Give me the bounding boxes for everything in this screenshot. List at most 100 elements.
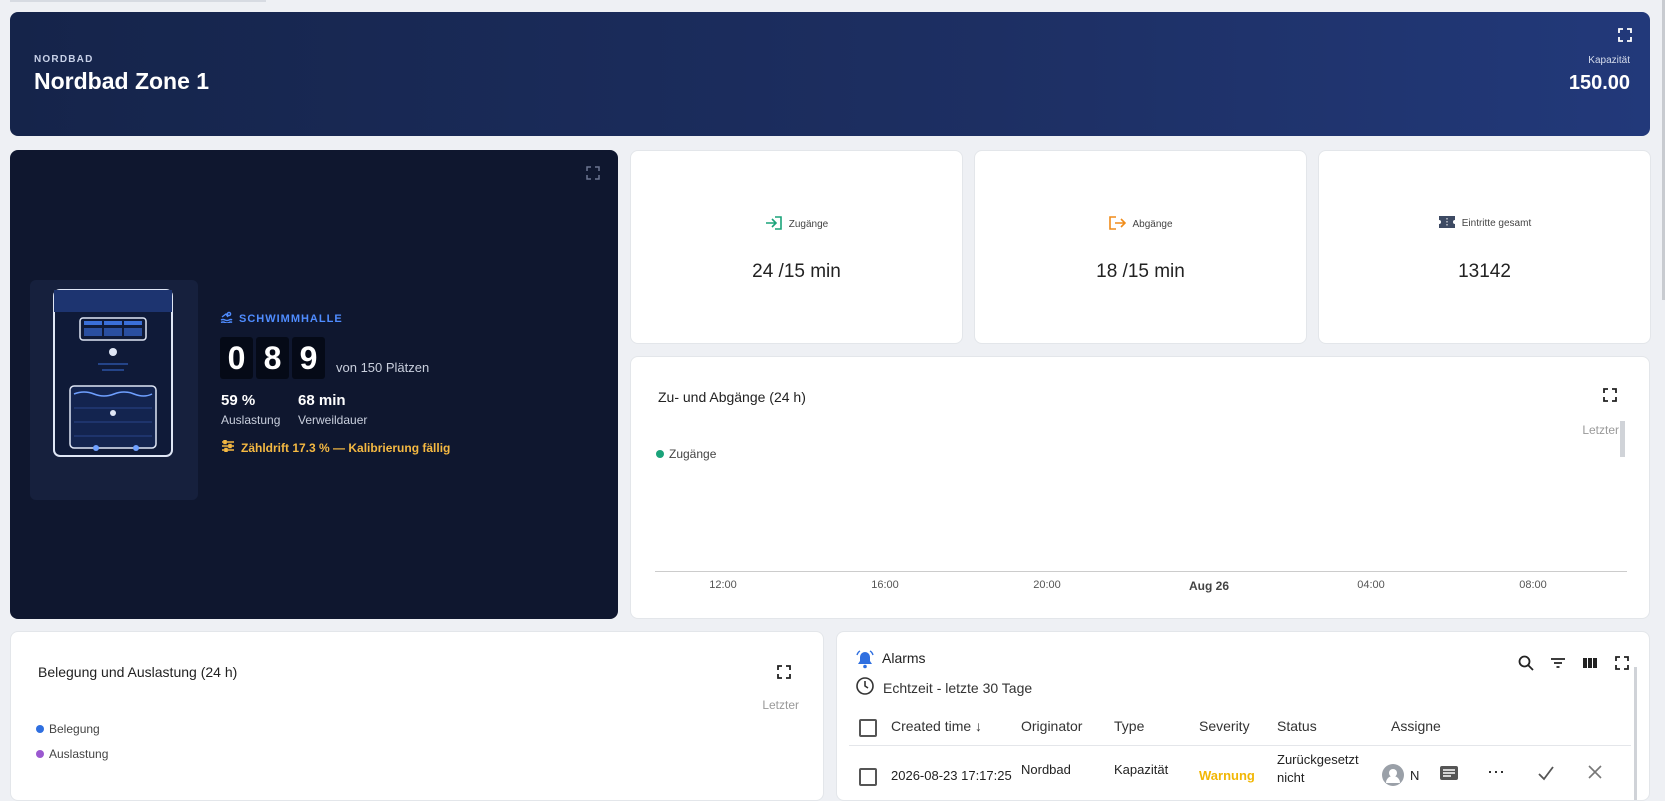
- cell-originator: Nordbad: [1021, 762, 1071, 777]
- cell-created-time: 2026-08-23 17:17:25: [891, 768, 1012, 783]
- fullscreen-icon[interactable]: [1613, 654, 1631, 672]
- legend-item-entries[interactable]: Zugänge: [656, 447, 716, 461]
- cell-severity: Warnung: [1199, 768, 1255, 783]
- legend-dot: [36, 750, 44, 758]
- select-all-checkbox[interactable]: [859, 719, 877, 737]
- occupancy-hero-card: SCHWIMMHALLE 0 8 9 von 150 Plätzen 59 % …: [10, 150, 618, 619]
- fullscreen-icon[interactable]: [1603, 388, 1617, 402]
- legend-item-utilization[interactable]: Auslastung: [36, 747, 108, 761]
- time-window-selector[interactable]: Echtzeit - letzte 30 Tage: [855, 676, 1032, 699]
- fullscreen-icon[interactable]: [586, 166, 600, 180]
- x-axis-line: [655, 571, 1627, 572]
- counter-digit: 9: [292, 337, 325, 379]
- legend-dot: [656, 450, 664, 458]
- occupancy-counter: 0 8 9 von 150 Plätzen: [220, 337, 429, 379]
- table-scrollbar[interactable]: [1634, 667, 1637, 800]
- flow-chart-card: Zu- und Abgänge (24 h) Letzter Zugänge 1…: [630, 356, 1650, 619]
- capacity-of-text: von 150 Plätzen: [336, 360, 430, 375]
- stat-value: 24 /15 min: [752, 261, 841, 282]
- dwell-label: Verweildauer: [298, 413, 368, 427]
- drift-text: Zähldrift 17.3 % — Kalibrierung fällig: [241, 440, 451, 455]
- column-severity[interactable]: Severity: [1199, 718, 1250, 734]
- table-row[interactable]: 2026-08-23 17:17:25 Nordbad Kapazität Wa…: [849, 748, 1631, 800]
- dwell-metric: 68 min Verweildauer: [298, 392, 367, 427]
- legend-scrollbar[interactable]: [1620, 421, 1625, 457]
- alarms-title: Alarms: [882, 650, 926, 666]
- pool-illustration: [30, 280, 198, 500]
- occupancy-chart-card: Belegung und Auslastung (24 h) Letzter B…: [10, 631, 824, 801]
- column-created-time[interactable]: Created time ↓: [891, 718, 982, 734]
- cell-assignee: N: [1410, 768, 1420, 783]
- legend-dot: [36, 725, 44, 733]
- zone-label: SCHWIMMHALLE: [220, 311, 343, 326]
- utilization-metric: 59 % Auslastung: [221, 392, 280, 427]
- zone-label-text: SCHWIMMHALLE: [239, 312, 343, 325]
- row-checkbox[interactable]: [859, 768, 877, 786]
- capacity-label: Kapazität: [1588, 55, 1630, 66]
- chart-title: Belegung und Auslastung (24 h): [38, 664, 238, 680]
- drift-warning: Zähldrift 17.3 % — Kalibrierung fällig: [221, 439, 451, 455]
- time-window-label: Echtzeit - letzte 30 Tage: [883, 679, 1033, 696]
- x-tick-label: 08:00: [1519, 579, 1547, 591]
- columns-icon[interactable]: [1581, 654, 1599, 672]
- x-tick-label: 16:00: [871, 579, 899, 591]
- cell-status-line2: nicht: [1277, 770, 1305, 785]
- legend-label: Auslastung: [49, 747, 109, 761]
- page-title: Nordbad Zone 1: [34, 68, 210, 94]
- details-icon[interactable]: [1439, 764, 1459, 787]
- alarms-card: Alarms Echtzeit - letzte 30 Tage Created…: [836, 631, 1650, 801]
- counter-digit: 0: [220, 337, 253, 379]
- fullscreen-icon[interactable]: [1618, 28, 1632, 42]
- stat-label-row: Abgänge: [975, 215, 1306, 234]
- swimmer-icon: [220, 311, 233, 326]
- column-assignee[interactable]: Assigne: [1391, 718, 1441, 734]
- top-strip: [10, 0, 266, 2]
- alarms-table-header: Created time ↓ Originator Type Severity …: [849, 710, 1631, 746]
- stat-label: Abgänge: [1132, 219, 1173, 230]
- cell-status-line1: Zurückgesetzt: [1277, 752, 1359, 767]
- avatar-icon: [1382, 764, 1404, 789]
- more-icon[interactable]: ⋯: [1487, 762, 1505, 783]
- dwell-value: 68 min: [298, 392, 346, 409]
- utilization-label: Auslastung: [221, 413, 281, 427]
- logout-icon: [1108, 215, 1127, 234]
- bell-icon: [855, 650, 875, 675]
- x-tick-label: 04:00: [1357, 579, 1385, 591]
- column-type[interactable]: Type: [1114, 718, 1144, 734]
- dashboard-header: NORDBAD Nordbad Zone 1 Kapazität 150.00: [10, 12, 1650, 136]
- stat-label: Eintritte gesamt: [1461, 218, 1532, 229]
- stat-value: 13142: [1458, 261, 1511, 282]
- x-tick-label: 12:00: [709, 579, 737, 591]
- chart-title: Zu- und Abgänge (24 h): [658, 389, 806, 405]
- column-originator[interactable]: Originator: [1021, 718, 1082, 734]
- fullscreen-icon[interactable]: [777, 665, 791, 679]
- column-status[interactable]: Status: [1277, 718, 1317, 734]
- stat-card-exits: Abgänge 18 /15 min: [974, 150, 1307, 344]
- acknowledge-icon[interactable]: [1537, 764, 1555, 785]
- stat-label-row: Zugänge: [631, 215, 962, 234]
- clock-icon: [855, 676, 875, 699]
- arrow-down-icon: ↓: [975, 718, 983, 734]
- cell-type: Kapazität: [1114, 762, 1169, 777]
- tune-icon: [221, 439, 235, 455]
- filter-icon[interactable]: [1549, 654, 1567, 672]
- column-label: Created time: [891, 718, 972, 734]
- stat-label-row: Eintritte gesamt: [1319, 215, 1650, 232]
- clear-icon[interactable]: [1587, 764, 1603, 783]
- letzter-label: Letzter: [1582, 423, 1619, 437]
- legend-label: Belegung: [49, 722, 100, 736]
- alarm-toolbar: [1517, 654, 1631, 672]
- login-icon: [765, 215, 783, 234]
- counter-digit: 8: [256, 337, 289, 379]
- search-icon[interactable]: [1517, 654, 1535, 672]
- letzter-label: Letzter: [762, 698, 799, 712]
- utilization-value: 59 %: [221, 392, 256, 409]
- x-tick-label: Aug 26: [1188, 579, 1230, 593]
- header-kicker: NORDBAD: [34, 54, 94, 65]
- legend-label: Zugänge: [669, 447, 717, 461]
- stat-card-entries: Zugänge 24 /15 min: [630, 150, 963, 344]
- ticket-icon: [1438, 215, 1456, 232]
- stat-label: Zugänge: [788, 219, 829, 230]
- legend-item-occupancy[interactable]: Belegung: [36, 722, 100, 736]
- capacity-value: 150.00: [1568, 72, 1630, 94]
